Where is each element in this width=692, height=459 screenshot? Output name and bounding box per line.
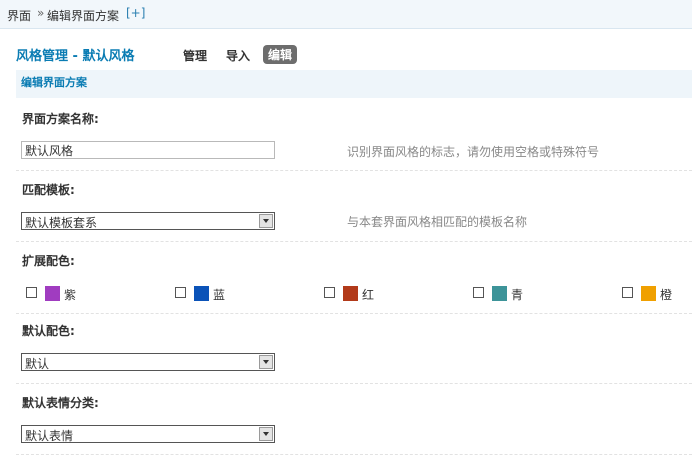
- color-name: 蓝: [213, 288, 226, 302]
- color-swatch: [492, 286, 507, 301]
- divider: [16, 454, 692, 455]
- breadcrumb-home-link[interactable]: 界面: [7, 7, 31, 24]
- breadcrumb-separator: »: [37, 6, 45, 20]
- default-color-label: 默认配色:: [22, 324, 75, 338]
- checkbox[interactable]: [175, 287, 186, 298]
- color-name: 橙: [660, 288, 673, 302]
- name-hint: 识别界面风格的标志，请勿使用空格或特殊符号: [347, 145, 600, 159]
- checkbox[interactable]: [324, 287, 335, 298]
- tab-manage[interactable]: 管理: [183, 47, 207, 64]
- default-color-select[interactable]: 默认: [21, 353, 275, 371]
- emoticon-select[interactable]: 默认表情: [21, 425, 275, 443]
- divider: [16, 241, 692, 242]
- dropdown-arrow-icon[interactable]: [259, 355, 273, 369]
- color-swatch: [194, 286, 209, 301]
- page-header: 风格管理 - 默认风格 管理 导入 编辑: [0, 36, 692, 66]
- divider: [16, 170, 692, 171]
- checkbox[interactable]: [26, 287, 37, 298]
- default-color-select-value: 默认: [25, 357, 50, 371]
- divider: [16, 383, 692, 384]
- breadcrumb: 界面 » 编辑界面方案 [+]: [0, 0, 692, 29]
- tab-import[interactable]: 导入: [226, 47, 250, 64]
- color-name: 红: [362, 288, 375, 302]
- color-swatch: [343, 286, 358, 301]
- page-title: 风格管理 - 默认风格: [16, 49, 135, 64]
- divider: [16, 313, 692, 314]
- color-options: 紫 蓝 红 青 橙: [0, 285, 692, 303]
- dropdown-arrow-icon[interactable]: [259, 214, 273, 228]
- breadcrumb-current: 编辑界面方案: [47, 9, 120, 23]
- color-swatch: [45, 286, 60, 301]
- checkbox[interactable]: [473, 287, 484, 298]
- name-label: 界面方案名称:: [22, 112, 99, 126]
- emoticon-select-value: 默认表情: [25, 429, 74, 443]
- section-header: 编辑界面方案: [16, 70, 692, 98]
- scheme-name-input[interactable]: [21, 141, 275, 159]
- color-name: 青: [511, 288, 524, 302]
- checkbox[interactable]: [622, 287, 633, 298]
- emoticon-label: 默认表情分类:: [22, 396, 99, 410]
- breadcrumb-add-link[interactable]: [+]: [126, 6, 145, 20]
- color-swatch: [641, 286, 656, 301]
- tab-edit[interactable]: 编辑: [263, 45, 298, 64]
- colors-label: 扩展配色:: [22, 254, 75, 268]
- template-select-value: 默认模板套系: [25, 216, 98, 230]
- section-title: 编辑界面方案: [21, 76, 87, 89]
- color-name: 紫: [64, 288, 77, 302]
- template-select[interactable]: 默认模板套系: [21, 212, 275, 230]
- template-hint: 与本套界面风格相匹配的模板名称: [347, 215, 528, 229]
- dropdown-arrow-icon[interactable]: [259, 427, 273, 441]
- template-label: 匹配模板:: [22, 183, 75, 197]
